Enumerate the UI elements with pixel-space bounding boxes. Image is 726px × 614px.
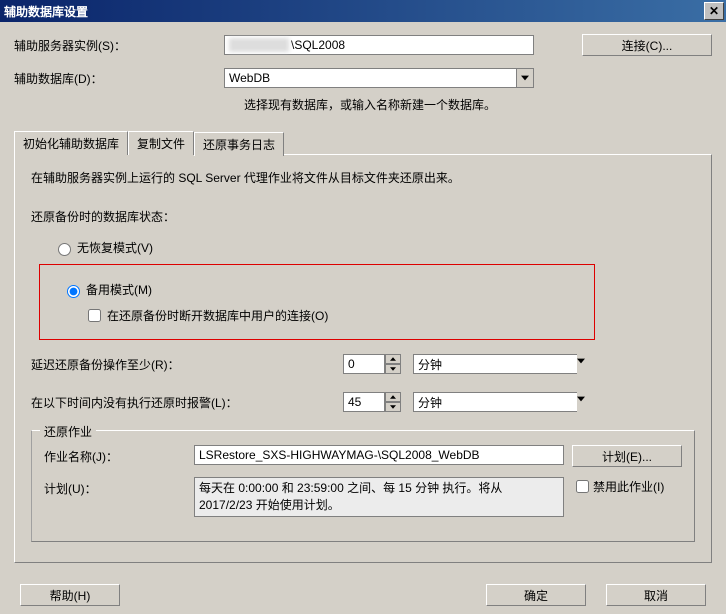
restore-job-fieldset: 还原作业 作业名称(J)： 计划(E)... 计划(U)： 每天在 0:00:0… [31, 430, 695, 542]
spin-up-icon[interactable] [385, 392, 401, 402]
disable-job-row[interactable]: 禁用此作业(I) [572, 477, 682, 496]
window-title: 辅助数据库设置 [4, 3, 88, 20]
spin-down-icon[interactable] [385, 402, 401, 412]
disable-job-label: 禁用此作业(I) [593, 478, 664, 495]
radio-no-recovery-label: 无恢复模式(V) [77, 239, 153, 256]
delay-label: 延迟还原备份操作至少(R)： [31, 356, 343, 373]
server-label: 辅助服务器实例(S)： [14, 37, 224, 54]
delay-spinner[interactable] [343, 354, 403, 374]
tab-restore[interactable]: 还原事务日志 [194, 132, 284, 156]
spin-up-icon[interactable] [385, 354, 401, 364]
dropdown-arrow-icon[interactable] [516, 68, 534, 88]
dropdown-arrow-icon[interactable] [577, 392, 585, 412]
dropdown-arrow-icon[interactable] [577, 354, 585, 374]
state-label: 还原备份时的数据库状态： [31, 208, 695, 225]
database-label: 辅助数据库(D)： [14, 70, 224, 87]
disconnect-label: 在还原备份时断开数据库中用户的连接(O) [107, 307, 328, 324]
database-hint: 选择现有数据库，或输入名称新建一个数据库。 [244, 96, 712, 113]
schedule-label: 计划(U)： [44, 477, 194, 497]
server-textbox: \SQL2008 [224, 35, 534, 55]
radio-no-recovery-row[interactable]: 无恢复模式(V) [53, 239, 695, 256]
alert-unit-input[interactable] [413, 392, 577, 412]
disconnect-row[interactable]: 在还原备份时断开数据库中用户的连接(O) [84, 306, 594, 325]
fieldset-legend: 还原作业 [40, 423, 96, 440]
help-button[interactable]: 帮助(H) [20, 584, 120, 606]
spin-down-icon[interactable] [385, 364, 401, 374]
schedule-text: 每天在 0:00:00 和 23:59:00 之间、每 15 分钟 执行。将从 … [194, 477, 564, 517]
database-input[interactable] [224, 68, 516, 88]
tab-panel: 在辅助服务器实例上运行的 SQL Server 代理作业将文件从目标文件夹还原出… [14, 154, 712, 563]
delay-input[interactable] [343, 354, 385, 374]
job-name-input[interactable] [194, 445, 564, 465]
panel-description: 在辅助服务器实例上运行的 SQL Server 代理作业将文件从目标文件夹还原出… [31, 169, 695, 186]
radio-standby[interactable] [67, 285, 80, 298]
alert-input[interactable] [343, 392, 385, 412]
disconnect-checkbox[interactable] [88, 309, 101, 322]
radio-standby-label: 备用模式(M) [86, 281, 152, 298]
alert-spinner[interactable] [343, 392, 403, 412]
plan-button[interactable]: 计划(E)... [572, 445, 682, 467]
job-name-label: 作业名称(J)： [44, 445, 194, 465]
title-bar: 辅助数据库设置 ✕ [0, 0, 726, 22]
radio-no-recovery[interactable] [58, 243, 71, 256]
footer: 帮助(H) 确定 取消 [0, 576, 726, 614]
tab-strip: 初始化辅助数据库 复制文件 还原事务日志 [14, 131, 712, 155]
server-blur [229, 38, 289, 52]
server-value: \SQL2008 [291, 38, 345, 52]
content-area: 辅助服务器实例(S)： \SQL2008 连接(C)... 辅助数据库(D)： … [0, 22, 726, 576]
ok-button[interactable]: 确定 [486, 584, 586, 606]
alert-label: 在以下时间内没有执行还原时报警(L)： [31, 394, 343, 411]
close-button[interactable]: ✕ [704, 2, 724, 20]
delay-unit-input[interactable] [413, 354, 577, 374]
connect-button[interactable]: 连接(C)... [582, 34, 712, 56]
highlight-box: 备用模式(M) 在还原备份时断开数据库中用户的连接(O) [39, 264, 595, 340]
disable-job-checkbox[interactable] [576, 480, 589, 493]
delay-unit-combo[interactable] [413, 354, 543, 374]
tab-init[interactable]: 初始化辅助数据库 [14, 131, 128, 155]
tab-copy[interactable]: 复制文件 [128, 131, 194, 155]
alert-unit-combo[interactable] [413, 392, 543, 412]
database-combo[interactable] [224, 68, 534, 88]
cancel-button[interactable]: 取消 [606, 584, 706, 606]
radio-standby-row[interactable]: 备用模式(M) [62, 281, 594, 298]
